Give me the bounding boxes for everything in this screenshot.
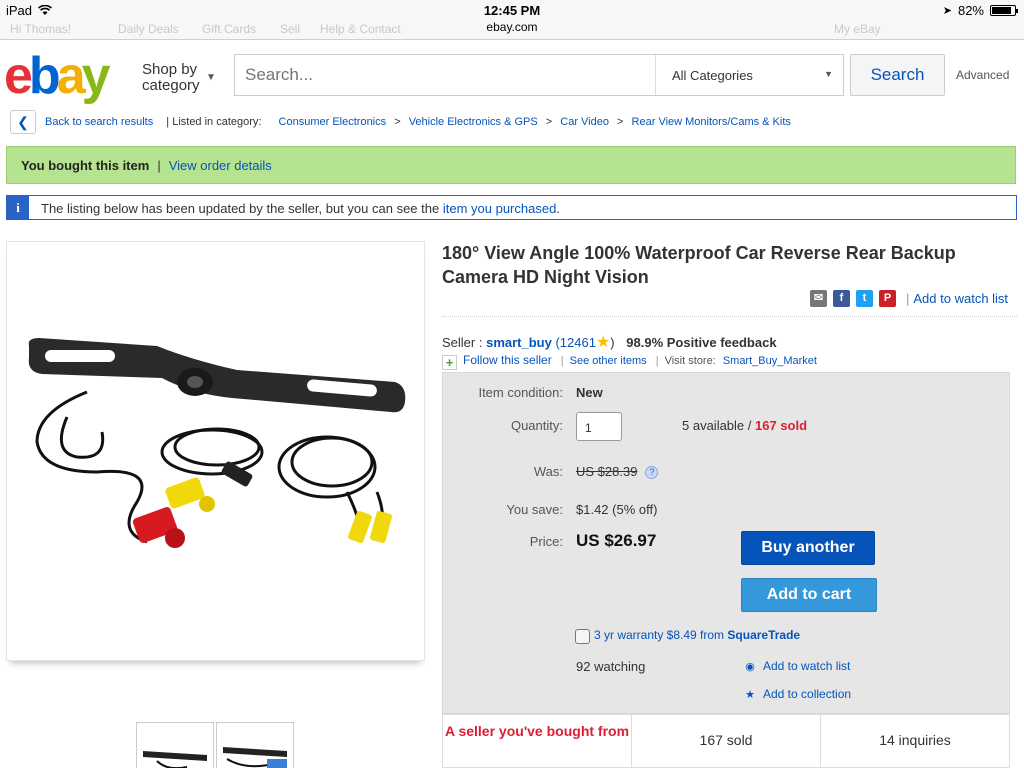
thumbnail-strip: [136, 722, 294, 768]
divider: [442, 316, 1017, 317]
quantity-input[interactable]: 1: [576, 412, 622, 441]
battery-icon: [990, 5, 1018, 16]
clock: 12:45 PM: [483, 3, 541, 18]
plus-icon[interactable]: +: [442, 355, 457, 370]
chevron-down-icon: ▼: [824, 69, 833, 79]
email-share-icon[interactable]: ✉: [810, 290, 827, 307]
search-input[interactable]: [235, 55, 655, 95]
info-text: The listing below has been updated by th…: [41, 201, 440, 216]
facebook-share-icon[interactable]: f: [833, 290, 850, 307]
shop-by-category[interactable]: Shop by category ▼: [142, 61, 216, 94]
warranty-checkbox[interactable]: [575, 629, 590, 644]
see-other-items-link[interactable]: See other items: [570, 355, 647, 367]
sold-count: 167 sold: [755, 418, 808, 433]
crumb-car-video[interactable]: Car Video: [560, 116, 609, 128]
status-bar: iPad 12:45 PM ➤ 82%: [0, 0, 1024, 20]
view-order-details-link[interactable]: View order details: [169, 158, 272, 173]
category-select-value: All Categories: [672, 68, 753, 83]
add-collection-action[interactable]: ★ Add to collection: [743, 687, 851, 701]
quantity-label: Quantity:: [510, 418, 563, 433]
search-button[interactable]: Search: [850, 54, 945, 96]
star-icon: ★: [595, 334, 611, 351]
warranty-text[interactable]: 3 yr warranty $8.49 from: [594, 628, 724, 642]
star-icon: ★: [745, 689, 755, 701]
seller-stats: A seller you've bought from 167 sold 14 …: [442, 714, 1010, 768]
shop-by-line1: Shop by: [142, 61, 198, 78]
share-icons: ✉ f t P: [810, 290, 896, 307]
bought-text: You bought this item: [21, 158, 150, 173]
available-count: 5 available /: [682, 418, 752, 433]
back-to-results-link[interactable]: Back to search results: [45, 116, 153, 128]
buy-another-button[interactable]: Buy another: [741, 531, 875, 565]
price-value: US $26.97: [576, 531, 657, 550]
watching-count: 92 watching: [576, 659, 646, 674]
crumb-consumer-electronics[interactable]: Consumer Electronics: [279, 116, 387, 128]
positive-feedback: 98.9% Positive feedback: [626, 335, 777, 350]
squaretrade-link[interactable]: SquareTrade: [727, 628, 800, 642]
location-arrow-icon: ➤: [942, 5, 952, 17]
crumb-vehicle-electronics[interactable]: Vehicle Electronics & GPS: [409, 116, 538, 128]
item-you-purchased-link[interactable]: item you purchased: [443, 201, 556, 216]
condition-value: New: [576, 385, 603, 400]
info-icon: i: [7, 196, 29, 219]
crumb-rear-view-monitors[interactable]: Rear View Monitors/Cams & Kits: [632, 116, 791, 128]
product-title: 180° View Angle 100% Waterproof Car Reve…: [442, 243, 956, 287]
breadcrumb: Back to search results | Listed in categ…: [45, 116, 791, 128]
bought-banner: You bought this item | View order details: [6, 146, 1016, 184]
back-arrow-icon[interactable]: ❮: [10, 110, 36, 134]
twitter-share-icon[interactable]: t: [856, 290, 873, 307]
inquiries-stat: 14 inquiries: [879, 732, 951, 748]
chevron-down-icon: ▼: [206, 72, 216, 83]
eye-icon: ◉: [745, 661, 755, 673]
camera-product-image: [28, 338, 406, 548]
price-label: Price:: [529, 534, 563, 549]
battery-percent: 82%: [957, 3, 984, 18]
thumbnail-image[interactable]: [136, 722, 214, 768]
you-save-label: You save:: [506, 502, 563, 517]
follow-seller-link[interactable]: Follow this seller: [463, 353, 552, 367]
seller-bought-from: A seller you've bought from: [443, 715, 632, 767]
shop-by-line2: category: [142, 77, 200, 94]
seller-links: + Follow this seller | See other items | Vi…: [442, 353, 817, 370]
search-bar: All Categories ▼: [234, 54, 844, 96]
product-image[interactable]: [6, 241, 425, 661]
seller-name-link[interactable]: smart_buy: [486, 335, 552, 350]
seller-score[interactable]: (12461: [555, 335, 595, 350]
listed-in-label: | Listed in category:: [166, 116, 262, 128]
add-to-watch-list-link[interactable]: Add to watch list: [913, 291, 1008, 306]
info-banner: i The listing below has been updated by …: [6, 195, 1017, 220]
url-text: ebay.com: [486, 20, 538, 34]
url-bar[interactable]: Hi Thomas! Daily Deals Gift Cards Sell H…: [0, 18, 1024, 40]
you-save-value: $1.42 (5% off): [576, 502, 658, 517]
help-icon[interactable]: ?: [645, 466, 659, 479]
ebay-logo[interactable]: ebay: [4, 48, 111, 104]
buy-box: Item condition: New Quantity: 1 5 availa…: [442, 372, 1010, 714]
seller-info: Seller : smart_buy (12461★) 98.9% Positi…: [442, 334, 777, 351]
thumbnail-image[interactable]: [216, 722, 294, 768]
pinterest-share-icon[interactable]: P: [879, 290, 896, 307]
category-select[interactable]: All Categories ▼: [655, 55, 843, 95]
was-price: US $28.39: [576, 464, 638, 479]
add-watch-list-action[interactable]: ◉ Add to watch list: [743, 659, 850, 673]
advanced-search-link[interactable]: Advanced: [956, 68, 1009, 82]
condition-label: Item condition:: [478, 385, 563, 400]
was-label: Was:: [533, 464, 563, 479]
sold-stat: 167 sold: [632, 715, 821, 767]
store-link[interactable]: Smart_Buy_Market: [723, 355, 817, 367]
add-to-cart-button[interactable]: Add to cart: [741, 578, 877, 612]
